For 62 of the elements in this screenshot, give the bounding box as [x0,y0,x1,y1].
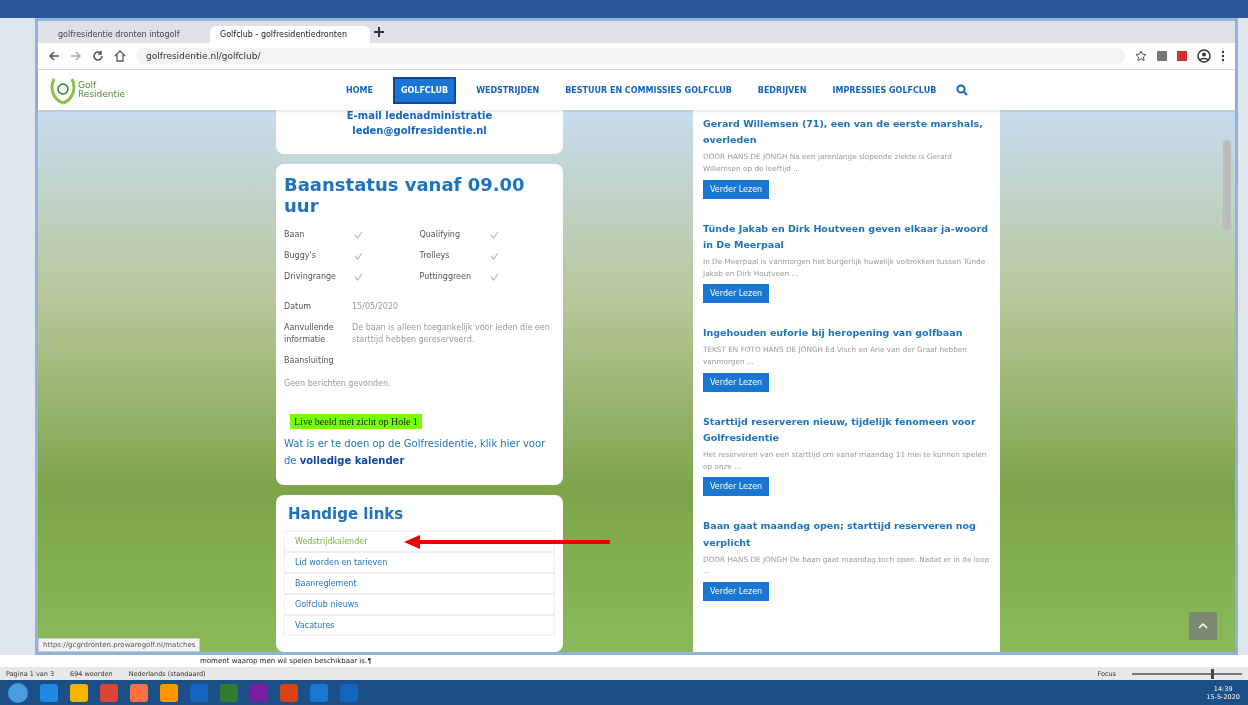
browser-tab[interactable]: Golfclub - golfresidentiedronten [210,26,370,43]
list-link[interactable]: Baanreglement [284,573,555,594]
scroll-to-top-button[interactable] [1189,612,1217,640]
card-title: Baanstatus vanaf 09.00 uur [284,174,526,216]
calendar-text: Wat is er te doen op de Golfresidentie, klik hier voor de volledige kalender [284,437,547,468]
news-title-link[interactable]: Ingehouden euforie bij heropening van golfbaan [703,325,990,342]
news-title-link[interactable]: Gerard Willemsen (71), een van de eerste marshals, overleden [703,116,990,149]
reload-icon[interactable] [92,50,104,62]
contact-text: E-mail ledenadministratie [346,110,493,121]
home-icon[interactable] [114,50,126,62]
facility-label: Baan [284,230,306,239]
zoom-slider-thumb[interactable] [1211,668,1215,679]
news-title-link[interactable]: Tünde Jakab en Dirk Houtveen geven elkaar ja-woord in De Meerpaal [703,220,990,253]
scrollbar[interactable] [1223,140,1231,230]
search-icon[interactable] [956,84,969,96]
app-icon[interactable] [130,683,148,702]
news-title-link[interactable]: Baan gaat maandag open; starttijd reserveren nog verplicht [703,518,990,551]
address-field[interactable]: golfresidentie.nl/golfclub/ [136,48,1125,64]
new-tab-icon[interactable] [372,25,386,39]
app-icon[interactable] [40,683,58,702]
logo-text: Residentie [78,90,126,99]
read-more-button[interactable]: Verder Lezen [703,179,770,199]
facility-label: Trolleys [419,251,451,260]
nav-link[interactable]: BEDRIJVEN [751,78,813,102]
logo-text: Golf [78,81,98,90]
list-link[interactable]: Vacatures [284,615,555,636]
caret-up-icon [1198,623,1208,629]
read-more-button[interactable]: Verder Lezen [703,477,770,497]
detail-label: Datum [284,301,313,313]
detail-value: 15/05/2020 [352,301,399,313]
card-title: Handige links [288,505,405,523]
empty-message: Geen berichten gevonden. [284,379,392,388]
app-icon[interactable] [280,683,298,702]
facility-label: Qualifying [419,230,461,239]
app-icon[interactable] [100,683,118,702]
facility-label: Puttinggreen [419,272,472,281]
list-link[interactable]: Golfclub nieuws [284,594,555,615]
live-view-link[interactable]: Live beeld met zicht op Hole 1 [290,414,422,429]
detail-label: Aanvullende informatie [284,322,335,346]
read-more-button[interactable]: Verder Lezen [703,372,770,392]
nav-link[interactable]: WEDSTRIJDEN [470,78,546,102]
star-icon[interactable] [1135,50,1147,62]
forward-icon[interactable] [70,50,82,62]
detail-label: Baansluiting [284,355,335,367]
nav-link[interactable]: BESTUUR EN COMMISSIES GOLFCLUB [559,78,738,102]
facility-label: Drivingrange [284,272,338,281]
contact-text: leden@golfresidentie.nl [352,125,487,136]
start-icon[interactable] [8,682,28,703]
detail-value: De baan is alleen toegankelijk voor leden die een starttijd hebben gereserveerd. [352,322,551,346]
menu-icon[interactable] [1221,50,1225,62]
read-more-button[interactable]: Verder Lezen [703,582,770,601]
news-title-link[interactable]: Starttijd reserveren nieuw, tijdelijk fenomeen voor Golfresidentie [703,413,990,446]
read-more-button[interactable]: Verder Lezen [703,284,770,304]
profile-icon[interactable] [1197,49,1211,63]
app-icon[interactable] [70,683,88,702]
nav-link[interactable]: GOLFCLUB [392,76,457,104]
app-icon[interactable] [160,683,178,702]
list-link[interactable]: Lid worden en tarieven [284,552,555,573]
back-icon[interactable] [48,50,60,62]
facility-label: Buggy's [284,251,317,260]
nav-link[interactable]: HOME [340,78,379,102]
nav-link[interactable]: IMPRESSIES GOLFCLUB [826,78,943,102]
